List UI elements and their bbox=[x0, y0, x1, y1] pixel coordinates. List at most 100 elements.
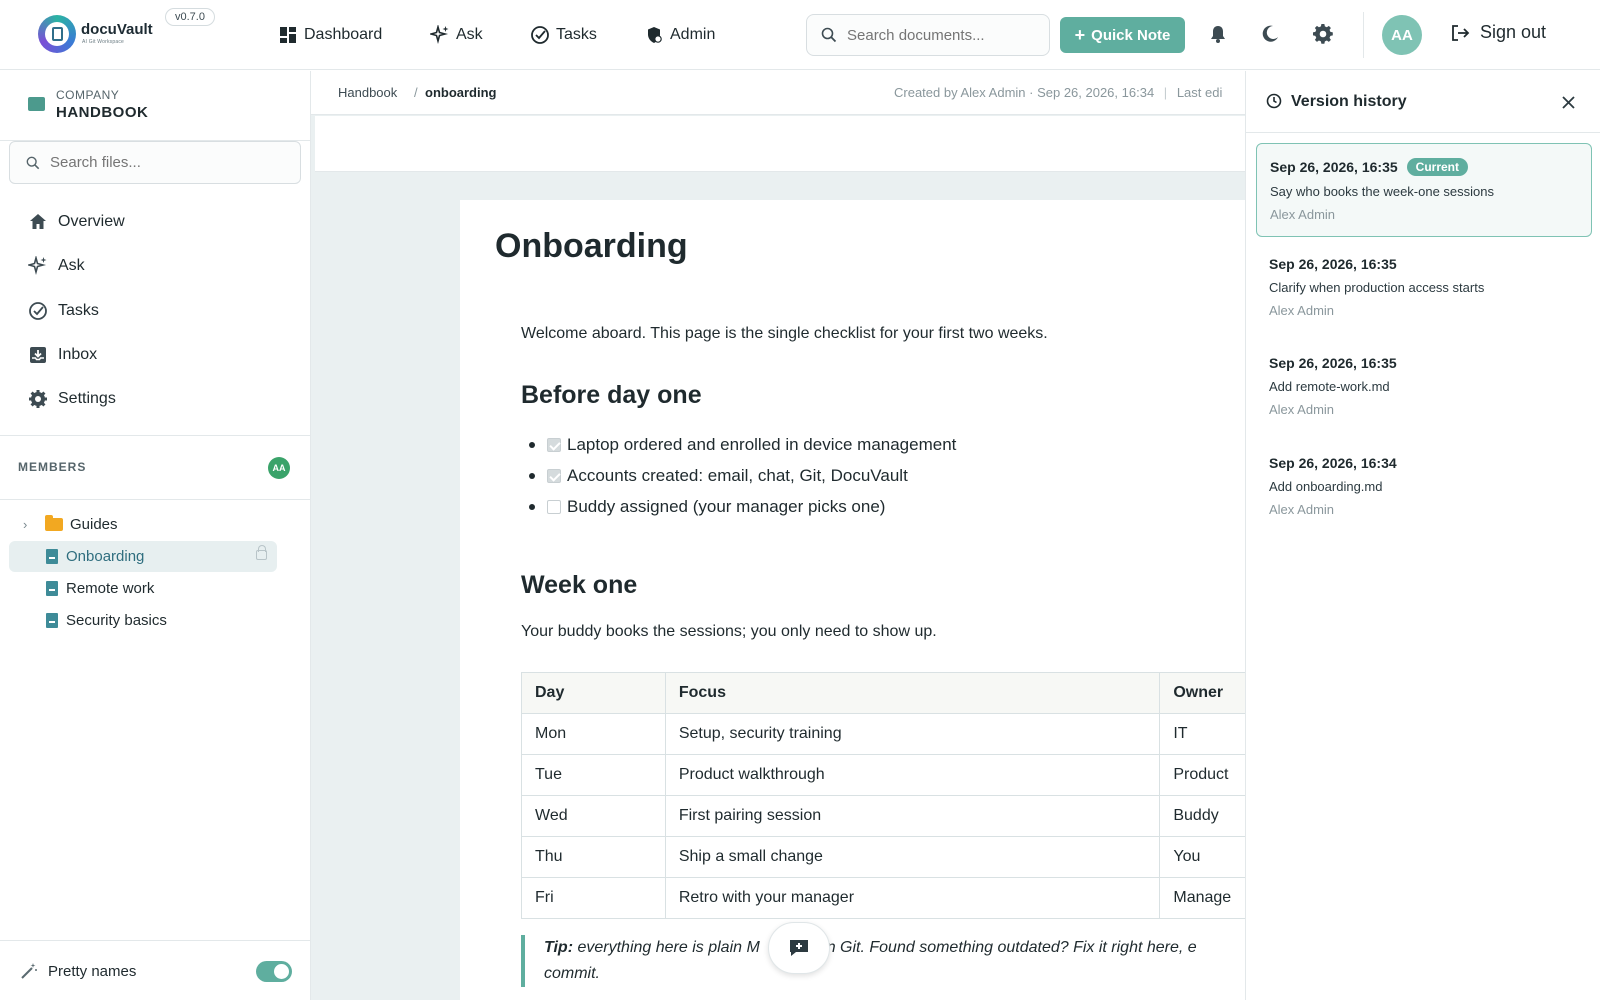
section-heading: Before day one bbox=[521, 381, 702, 409]
logout-icon bbox=[1452, 24, 1470, 41]
version-history-title: Version history bbox=[1291, 93, 1407, 110]
quick-note-button[interactable]: + Quick Note bbox=[1060, 17, 1185, 53]
document-meta: Created by Alex Admin · Sep 26, 2026, 16… bbox=[894, 85, 1222, 100]
dashboard-icon bbox=[280, 27, 296, 43]
table-cell: Tue bbox=[521, 754, 666, 796]
document-search-input[interactable] bbox=[847, 26, 1027, 44]
table-row: Fri Retro with your manager Manage bbox=[521, 877, 1245, 919]
checkbox[interactable] bbox=[547, 500, 561, 514]
version-message: Add remote-work.md bbox=[1269, 379, 1390, 394]
signout-button[interactable]: Sign out bbox=[1450, 22, 1546, 43]
version-author: Alex Admin bbox=[1269, 303, 1335, 318]
version-date: Sep 26, 2026, 16:35 bbox=[1269, 256, 1397, 272]
divider bbox=[0, 435, 310, 436]
add-comment-button[interactable] bbox=[768, 922, 830, 974]
sidebar-item-ask[interactable]: Ask bbox=[28, 254, 85, 278]
table-row: Mon Setup, security training IT bbox=[521, 713, 1245, 755]
gear-icon bbox=[29, 390, 47, 408]
brand-name[interactable]: docuVault bbox=[81, 21, 153, 38]
sidebar-item-label: Settings bbox=[58, 390, 116, 407]
document-last-edited: Last edi bbox=[1176, 85, 1223, 100]
space-name: HANDBOOK bbox=[56, 104, 149, 121]
checklist-item: Buddy assigned (your manager picks one) bbox=[529, 496, 885, 518]
pretty-names-toggle[interactable] bbox=[256, 961, 292, 982]
version-entry[interactable]: Sep 26, 2026, 16:34 Add onboarding.md Al… bbox=[1256, 441, 1592, 535]
user-avatar[interactable]: AA bbox=[1382, 15, 1422, 55]
table-cell: Manage bbox=[1159, 877, 1245, 919]
space-kicker: COMPANY bbox=[56, 88, 120, 102]
table-cell: Wed bbox=[521, 795, 666, 837]
check-circle-icon bbox=[29, 302, 47, 320]
sidebar-item-settings[interactable]: Settings bbox=[28, 387, 116, 411]
version-message: Add onboarding.md bbox=[1269, 479, 1383, 494]
meta-divider: | bbox=[1163, 85, 1168, 100]
tree-folder-label: Guides bbox=[70, 516, 118, 533]
checkbox[interactable] bbox=[547, 469, 561, 483]
clock-icon bbox=[1266, 93, 1282, 109]
document-area: Handbook / onboarding Created by Alex Ad… bbox=[311, 71, 1245, 1000]
version-message: Say who books the week-one sessions bbox=[1270, 184, 1495, 199]
version-date: Sep 26, 2026, 16:35 bbox=[1269, 355, 1397, 371]
document-search[interactable] bbox=[806, 14, 1050, 56]
nav-admin[interactable]: Admin bbox=[644, 22, 715, 48]
table-cell: Setup, security training bbox=[664, 713, 1161, 755]
version-message: Clarify when production access starts bbox=[1269, 280, 1485, 295]
bell-icon bbox=[1211, 26, 1225, 43]
document-title: Onboarding bbox=[495, 227, 688, 265]
space-header[interactable]: COMPANY HANDBOOK bbox=[0, 71, 310, 141]
breadcrumb-root[interactable]: Handbook bbox=[338, 85, 397, 100]
table-cell: Product bbox=[1159, 754, 1245, 796]
section-paragraph: Your buddy books the sessions; you only … bbox=[521, 623, 937, 640]
inbox-icon bbox=[30, 347, 46, 363]
member-avatar[interactable]: AA bbox=[268, 457, 290, 479]
plus-icon: + bbox=[1074, 25, 1086, 45]
table-header: Day bbox=[521, 672, 666, 714]
table-header: Owner bbox=[1159, 672, 1245, 714]
sidebar-item-overview[interactable]: Overview bbox=[28, 210, 125, 234]
brand-tagline: AI Git Workspace bbox=[82, 39, 125, 45]
close-panel-button[interactable] bbox=[1557, 91, 1579, 113]
bullet bbox=[529, 442, 535, 448]
version-entry[interactable]: Sep 26, 2026, 16:35 Current Say who book… bbox=[1256, 143, 1592, 237]
tree-file-label: Security basics bbox=[66, 612, 167, 629]
checklist-text: Laptop ordered and enrolled in device ma… bbox=[567, 435, 957, 454]
table-cell: First pairing session bbox=[664, 795, 1161, 837]
magic-wand-icon bbox=[21, 963, 37, 979]
tree-folder-guides[interactable]: › Guides bbox=[9, 509, 277, 540]
checkbox[interactable] bbox=[547, 438, 561, 452]
table-row: Thu Ship a small change You bbox=[521, 836, 1245, 878]
version-entry[interactable]: Sep 26, 2026, 16:35 Clarify when product… bbox=[1256, 242, 1592, 336]
sidebar-item-inbox[interactable]: Inbox bbox=[28, 343, 97, 367]
settings-button[interactable] bbox=[1311, 22, 1335, 46]
file-search[interactable] bbox=[9, 141, 301, 184]
bullet bbox=[529, 473, 535, 479]
chevron-right-icon[interactable]: › bbox=[23, 517, 39, 532]
file-search-input[interactable] bbox=[50, 154, 270, 171]
table-row: Tue Product walkthrough Product bbox=[521, 754, 1245, 796]
markdown-file-icon bbox=[46, 613, 58, 628]
theme-toggle-button[interactable] bbox=[1258, 22, 1282, 46]
tree-file-remote-work[interactable]: Remote work bbox=[9, 573, 277, 604]
sidebar-item-tasks[interactable]: Tasks bbox=[28, 299, 99, 323]
tip-label: Tip: bbox=[544, 939, 574, 956]
editor-toolbar bbox=[315, 116, 1245, 172]
version-author: Alex Admin bbox=[1269, 502, 1335, 517]
check-circle-icon bbox=[531, 26, 549, 44]
version-entry[interactable]: Sep 26, 2026, 16:35 Add remote-work.md A… bbox=[1256, 341, 1592, 435]
docuvault-logo-icon[interactable] bbox=[38, 15, 76, 53]
document-page: Onboarding Welcome aboard. This page is … bbox=[460, 200, 1245, 1000]
version-history-header: Version history bbox=[1246, 71, 1600, 133]
search-icon bbox=[821, 27, 837, 43]
version-author: Alex Admin bbox=[1269, 402, 1335, 417]
tree-file-security-basics[interactable]: Security basics bbox=[9, 605, 277, 636]
notifications-button[interactable] bbox=[1206, 22, 1230, 46]
tip-callout: Tip: everything here is plain M n in Git.… bbox=[521, 935, 1245, 987]
bullet bbox=[529, 504, 535, 510]
nav-dashboard[interactable]: Dashboard bbox=[278, 22, 382, 48]
breadcrumb-separator: / bbox=[414, 85, 418, 100]
moon-icon bbox=[1262, 25, 1278, 42]
top-bar: docuVault AI Git Workspace v0.7.0 Dashbo… bbox=[0, 0, 1600, 70]
nav-ask[interactable]: Ask bbox=[430, 22, 483, 48]
tree-file-onboarding[interactable]: Onboarding bbox=[9, 541, 277, 572]
nav-tasks[interactable]: Tasks bbox=[530, 22, 597, 48]
